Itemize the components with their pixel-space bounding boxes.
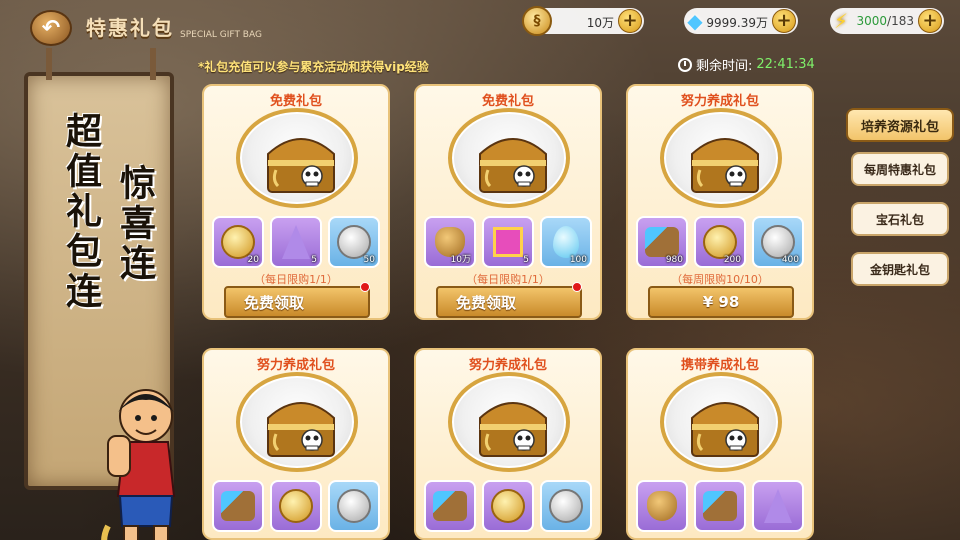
pack-items xyxy=(424,480,592,532)
claim-free-button[interactable]: 免费领取 xyxy=(436,282,582,318)
coin-icon: § xyxy=(522,6,552,36)
top-bar: ↶ 特惠礼包 SPECIAL GIFT BAG § 10万 + ◆ 9999.3… xyxy=(0,0,960,48)
item-quantity: 400 xyxy=(781,255,799,265)
banner-rope xyxy=(46,48,52,80)
banner-rope xyxy=(150,48,156,80)
gift-pack-card: 努力养成礼包 xyxy=(202,348,390,540)
buy-button[interactable]: ¥ 98 xyxy=(648,286,794,318)
timer-label: 剩余时间: xyxy=(696,59,753,74)
treasure-chest-icon xyxy=(236,372,358,472)
water-drop-icon[interactable]: 100 xyxy=(540,216,592,268)
remaining-time: 剩余时间: 22:41:34 xyxy=(678,55,815,74)
item-quantity: 980 xyxy=(665,255,683,265)
item-quantity: 200 xyxy=(723,255,741,265)
tab-golden-key-packs[interactable]: 金钥匙礼包 xyxy=(851,252,949,286)
pack-name: 携带养成礼包 xyxy=(680,358,759,373)
item-quantity: 50 xyxy=(363,255,375,265)
silver-coin-icon[interactable]: 400 xyxy=(752,216,804,268)
page-title: 特惠礼包 xyxy=(86,16,174,40)
gift-box-icon[interactable]: 5 xyxy=(482,216,534,268)
gift-pack-card: 携带养成礼包 xyxy=(626,348,814,540)
item-quantity: 20 xyxy=(247,255,259,265)
silver-coin-icon[interactable]: 50 xyxy=(328,216,380,268)
claim-free-button[interactable]: 免费领取 xyxy=(224,282,370,318)
gift-pack-card: 努力养成礼包 xyxy=(414,348,602,540)
mixed-pack-icon[interactable] xyxy=(694,480,746,532)
pack-items: 20 5 50 xyxy=(212,216,380,268)
item-quantity: 5 xyxy=(311,255,317,265)
pack-items: 980 200 400 xyxy=(636,216,804,268)
money-bag-icon[interactable] xyxy=(636,480,688,532)
timer-value: 22:41:34 xyxy=(756,57,815,72)
button-label: 免费领取 xyxy=(456,293,517,312)
recharge-notice: *礼包充值可以参与累充活动和获得vip经验 xyxy=(198,60,429,74)
mixed-pack-icon[interactable] xyxy=(424,480,476,532)
tab-weekly-deals[interactable]: 每周特惠礼包 xyxy=(851,152,949,186)
energy-max: /183 xyxy=(887,14,914,28)
clock-icon xyxy=(678,57,692,72)
gold-coin-icon[interactable] xyxy=(270,480,322,532)
crystal-icon[interactable]: 5 xyxy=(270,216,322,268)
money-bag-icon[interactable]: 10万 xyxy=(424,216,476,268)
treasure-chest-icon xyxy=(660,372,782,472)
treasure-chest-icon xyxy=(236,108,358,208)
item-quantity: 5 xyxy=(523,255,529,265)
mixed-pack-icon[interactable] xyxy=(212,480,264,532)
pack-name: 努力养成礼包 xyxy=(468,358,547,373)
page-subtitle: SPECIAL GIFT BAG xyxy=(180,30,262,40)
mixed-pack-icon[interactable]: 980 xyxy=(636,216,688,268)
add-energy-button[interactable]: + xyxy=(918,9,942,33)
gem-value: 9999.39万 xyxy=(706,16,768,30)
pack-name: 免费礼包 xyxy=(481,94,534,109)
item-quantity: 10万 xyxy=(450,255,471,265)
banner-text-left: 超值礼包连 xyxy=(60,112,101,312)
gold-coin-icon[interactable]: 200 xyxy=(694,216,746,268)
coin-counter: § 10万 + xyxy=(522,6,644,36)
gold-coin-icon[interactable]: 20 xyxy=(212,216,264,268)
gift-pack-card: 免费礼包 20 5 50 （每日限购1/1） 免费领取 xyxy=(202,84,390,320)
pack-items: 10万 5 100 xyxy=(424,216,592,268)
energy-value: 3000/183 xyxy=(857,14,915,28)
tab-gem-packs[interactable]: 宝石礼包 xyxy=(851,202,949,236)
add-coins-button[interactable]: + xyxy=(618,9,642,33)
back-arrow-icon[interactable]: ↶ xyxy=(30,10,72,46)
button-label: ¥ 98 xyxy=(702,293,740,311)
pack-name: 努力养成礼包 xyxy=(256,358,335,373)
lightning-icon: ⚡ xyxy=(833,9,849,33)
coin-value: 10万 xyxy=(586,16,614,30)
pack-name: 努力养成礼包 xyxy=(680,94,759,109)
pack-name: 免费礼包 xyxy=(269,94,322,109)
treasure-chest-icon xyxy=(660,108,782,208)
red-dot-badge xyxy=(572,282,582,292)
add-gems-button[interactable]: + xyxy=(772,9,796,33)
purchase-limit: （每周限购10/10） xyxy=(671,273,769,286)
tab-resource-packs[interactable]: 培养资源礼包 xyxy=(846,108,954,142)
energy-current: 3000 xyxy=(856,14,888,28)
item-quantity: 100 xyxy=(569,255,587,265)
treasure-chest-icon xyxy=(448,372,570,472)
button-label: 免费领取 xyxy=(244,293,305,312)
gold-coin-icon[interactable] xyxy=(482,480,534,532)
pack-items xyxy=(212,480,380,532)
pack-items xyxy=(636,480,804,532)
energy-counter: ⚡ 3000/183 + xyxy=(830,8,944,34)
banner-text-right: 惊喜连 xyxy=(114,164,155,284)
gift-pack-card: 免费礼包 10万 5 100 （每日限购1/1） 免费领取 xyxy=(414,84,602,320)
gift-pack-card: 努力养成礼包 980 200 400 （每周限购10/10） ¥ 98 xyxy=(626,84,814,320)
silver-coin-icon[interactable] xyxy=(328,480,380,532)
promo-banner: 超值礼包连 惊喜连 xyxy=(24,48,176,540)
silver-coin-icon[interactable] xyxy=(540,480,592,532)
red-dot-badge xyxy=(360,282,370,292)
crystal-icon[interactable] xyxy=(752,480,804,532)
gem-counter: ◆ 9999.39万 + xyxy=(684,8,798,34)
treasure-chest-icon xyxy=(448,108,570,208)
luffy-character-image xyxy=(101,389,176,540)
